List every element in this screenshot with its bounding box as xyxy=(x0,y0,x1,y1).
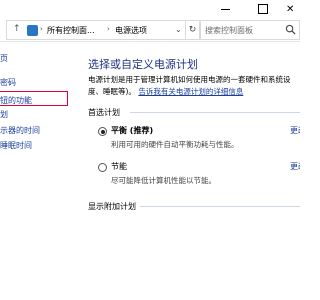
sidebar-item-display-time[interactable]: 示器的时间 xyxy=(0,125,40,136)
plan-balanced-description: 利用可用的硬件自动平衡功耗与性能。 xyxy=(111,140,239,149)
search-icon[interactable] xyxy=(285,24,296,35)
highlight-box xyxy=(0,91,68,106)
search-placeholder: 搜索控制面板 xyxy=(205,26,253,35)
close-icon: ✕ xyxy=(286,3,295,15)
up-arrow-icon[interactable]: ↑ xyxy=(13,24,21,34)
show-additional-plans[interactable]: 显示附加计划 xyxy=(88,201,136,212)
sidebar-item-password[interactable]: 密码 xyxy=(0,77,16,88)
title-bar: ✕ xyxy=(0,0,300,18)
breadcrumb-separator-icon[interactable]: › xyxy=(40,25,43,33)
divider xyxy=(140,206,300,207)
learn-more-link[interactable]: 告诉我有关电源计划的详细信息 xyxy=(138,87,243,96)
refresh-button[interactable]: ↻ xyxy=(186,20,200,40)
refresh-icon: ↻ xyxy=(188,25,197,35)
plan-power-saver-change-link[interactable]: 更改计划设置 xyxy=(290,161,300,172)
plan-power-saver-radio[interactable] xyxy=(98,163,107,172)
minimize-button[interactable] xyxy=(206,0,244,18)
maximize-button[interactable] xyxy=(244,0,282,18)
plan-balanced-radio[interactable] xyxy=(98,127,107,136)
description-line: 度、睡眠等)。 告诉我有关电源计划的详细信息 xyxy=(88,86,300,98)
plan-balanced-name[interactable]: 平衡 (推荐) xyxy=(111,125,153,136)
plan-balanced-change-link[interactable]: 更改计划设置 xyxy=(290,125,300,136)
breadcrumb-separator-icon[interactable]: › xyxy=(107,25,110,33)
address-box[interactable]: ↑ › 所有控制面... › 电源选项 ⌄ xyxy=(6,20,186,40)
description-line: 电源计划是用于管理计算机如何使用电源的一套硬件和系统设 xyxy=(88,75,291,84)
sidebar-item-plan[interactable]: 划 xyxy=(0,109,8,120)
preferred-plans-heading: 首选计划 xyxy=(88,108,120,117)
page-title: 选择或自定义电源计划 xyxy=(88,58,198,71)
plan-power-saver-description: 尽可能降低计算机性能以节能。 xyxy=(111,176,216,185)
plan-power-saver-name[interactable]: 节能 xyxy=(111,161,127,172)
search-input[interactable]: 搜索控制面板 xyxy=(200,20,300,40)
breadcrumb-power-options[interactable]: 电源选项 xyxy=(115,25,147,36)
sidebar-item-home[interactable]: 页 xyxy=(0,53,8,64)
description-prefix: 度、睡眠等)。 xyxy=(88,87,136,96)
chevron-down-icon[interactable]: ⌄ xyxy=(175,25,182,34)
sidebar: 页 密码 钮的功能 划 示器的时间 睡眠时间 xyxy=(0,43,76,300)
address-bar: ↑ › 所有控制面... › 电源选项 ⌄ ↻ 搜索控制面板 xyxy=(0,18,300,42)
close-button[interactable]: ✕ xyxy=(282,0,300,18)
sidebar-item-sleep-time[interactable]: 睡眠时间 xyxy=(0,140,32,151)
description: 电源计划是用于管理计算机如何使用电源的一套硬件和系统设 度、睡眠等)。 告诉我有… xyxy=(88,74,300,98)
main-content: 选择或自定义电源计划 电源计划是用于管理计算机如何使用电源的一套硬件和系统设 度… xyxy=(76,43,300,300)
control-panel-icon xyxy=(27,25,38,36)
divider xyxy=(130,112,300,113)
breadcrumb-all-control-panel[interactable]: 所有控制面... xyxy=(47,25,95,36)
